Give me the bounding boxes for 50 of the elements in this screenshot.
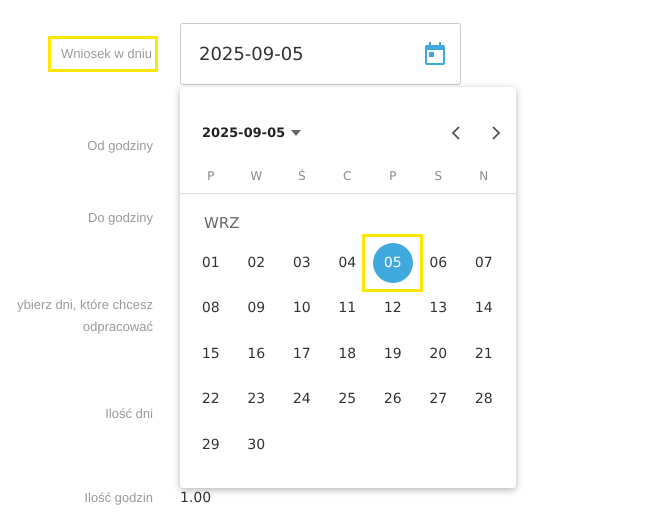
calendar-day[interactable]: 08 bbox=[190, 288, 231, 328]
calendar-day[interactable]: 02 bbox=[236, 242, 276, 283]
calendar-day[interactable]: 09 bbox=[236, 288, 276, 328]
calendar-day[interactable]: 15 bbox=[190, 334, 231, 374]
calendar-day[interactable]: 03 bbox=[282, 242, 322, 283]
weekday-label: W bbox=[250, 169, 262, 185]
calendar-day[interactable]: 16 bbox=[236, 334, 276, 374]
weekday-label: P bbox=[389, 169, 396, 185]
calendar-icon[interactable] bbox=[424, 42, 446, 66]
calendar-day[interactable]: 27 bbox=[418, 379, 458, 420]
weekday-label: Ś bbox=[298, 169, 306, 185]
calendar-day[interactable]: 19 bbox=[372, 334, 413, 374]
calendar-day[interactable]: 01 bbox=[190, 242, 231, 283]
calendar-day[interactable]: 24 bbox=[282, 379, 322, 420]
field-label: ybierz dni, które chcesz odpracować bbox=[16, 296, 154, 336]
calendar-day[interactable]: 13 bbox=[418, 288, 458, 328]
month-label: WRZ bbox=[204, 214, 240, 232]
calendar-day[interactable]: 22 bbox=[190, 379, 231, 420]
weekday-label: P bbox=[207, 169, 214, 185]
date-field[interactable]: 2025-09-05 bbox=[180, 23, 461, 85]
calendar-day[interactable]: 29 bbox=[190, 424, 231, 465]
calendar-day[interactable]: 14 bbox=[464, 288, 504, 328]
calendar-day[interactable]: 10 bbox=[282, 288, 322, 328]
weekday-label: N bbox=[479, 169, 488, 185]
calendar-day[interactable]: 04 bbox=[327, 242, 368, 283]
calendar-day[interactable]: 28 bbox=[464, 379, 504, 420]
field-label: Od godziny bbox=[86, 137, 154, 155]
field-label: Wniosek w dniu bbox=[48, 36, 158, 72]
next-month-button[interactable] bbox=[490, 125, 502, 141]
month-year-button[interactable]: 2025-09-05 bbox=[202, 126, 302, 140]
field-label: Ilość godzin bbox=[83, 489, 154, 507]
calendar-day[interactable]: 06 bbox=[418, 242, 458, 283]
calendar-day[interactable]: 12 bbox=[372, 288, 413, 328]
calendar-day[interactable]: 18 bbox=[327, 334, 368, 374]
calendar-day[interactable]: 23 bbox=[236, 379, 276, 420]
field-value: 1.00 bbox=[180, 490, 212, 506]
weekday-label: S bbox=[434, 169, 442, 185]
calendar-day[interactable]: 07 bbox=[464, 242, 504, 283]
calendar-day[interactable]: 17 bbox=[282, 334, 322, 374]
calendar-day[interactable]: 26 bbox=[372, 379, 413, 420]
calendar-day[interactable]: 21 bbox=[464, 334, 504, 374]
field-label: Do godziny bbox=[86, 209, 154, 227]
calendar-day[interactable]: 30 bbox=[236, 424, 276, 465]
calendar-day[interactable]: 11 bbox=[327, 288, 368, 328]
caret-icon bbox=[291, 130, 302, 136]
calendar-day[interactable]: 25 bbox=[327, 379, 368, 420]
previous-month-button[interactable] bbox=[450, 125, 462, 141]
field-label: Ilość dni bbox=[104, 405, 154, 423]
calendar-day[interactable]: 20 bbox=[418, 334, 458, 374]
weekday-label: C bbox=[343, 169, 352, 185]
